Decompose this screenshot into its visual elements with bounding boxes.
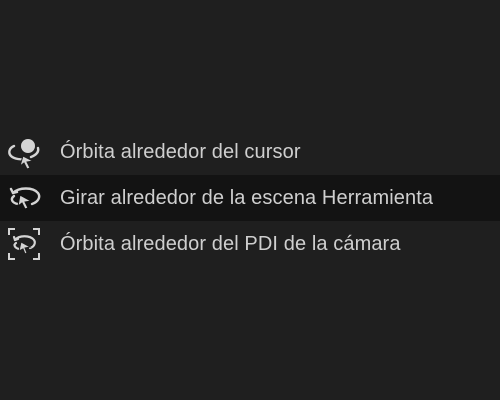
orbit-camera-poi-icon bbox=[5, 227, 43, 261]
menu-item-label: Girar alrededor de la escena Herramienta bbox=[60, 187, 434, 209]
menu-item-label: Órbita alrededor del PDI de la cámara bbox=[60, 233, 401, 255]
menu-item-label: Órbita alrededor del cursor bbox=[60, 141, 301, 163]
rotate-scene-icon bbox=[5, 181, 43, 215]
menu-item-rotate-scene[interactable]: Girar alrededor de la escena Herramienta bbox=[0, 175, 500, 221]
menu-item-orbit-cursor[interactable]: Órbita alrededor del cursor bbox=[0, 129, 500, 175]
orbit-mode-menu: Órbita alrededor del cursor Girar alrede… bbox=[0, 129, 500, 267]
orbit-cursor-icon bbox=[5, 135, 43, 170]
orbit-mode-panel: Órbita alrededor del cursor Girar alrede… bbox=[0, 0, 500, 400]
menu-item-orbit-camera-poi[interactable]: Órbita alrededor del PDI de la cámara bbox=[0, 221, 500, 267]
